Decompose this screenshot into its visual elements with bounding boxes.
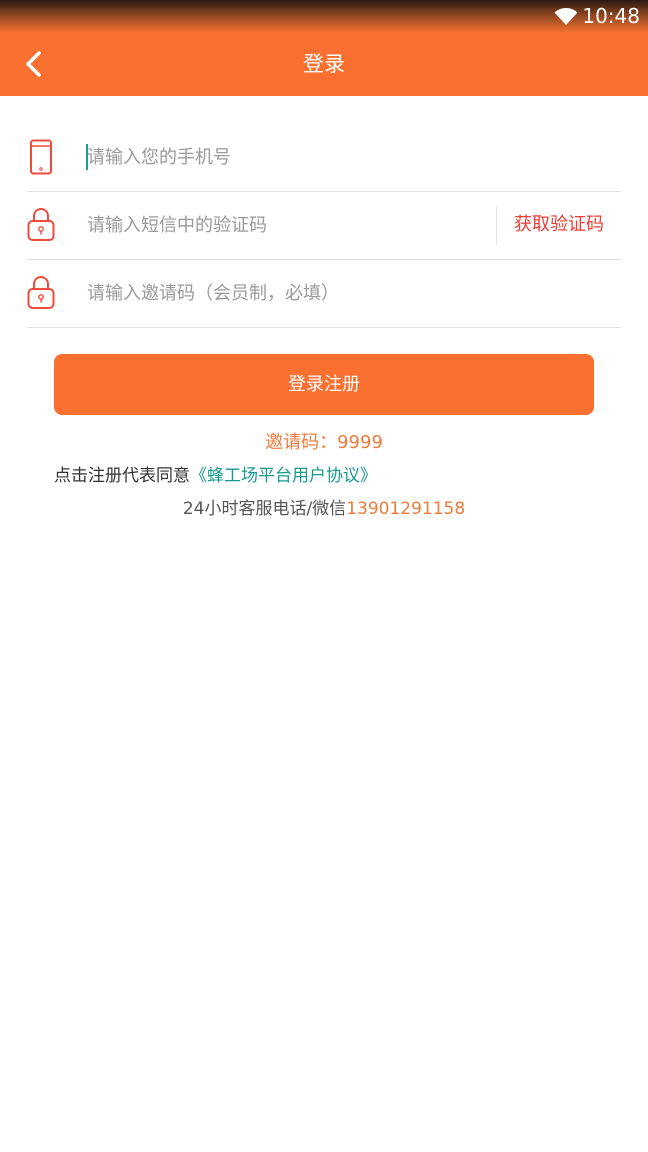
status-bar: 10:48 xyxy=(0,0,648,32)
invite-code-input[interactable] xyxy=(87,259,607,327)
agreement-text: 点击注册代表同意《蜂工场平台用户协议》 xyxy=(54,463,377,489)
phone-input[interactable] xyxy=(87,123,607,191)
sms-code-input[interactable] xyxy=(87,191,487,259)
phone-icon xyxy=(30,139,52,175)
lock-icon xyxy=(27,276,55,309)
invite-code-row xyxy=(27,259,621,328)
page-title: 登录 xyxy=(303,52,345,76)
get-code-button[interactable]: 获取验证码 xyxy=(497,191,621,259)
agreement-prefix: 点击注册代表同意 xyxy=(54,466,190,486)
wifi-icon xyxy=(554,8,578,25)
status-time: 10:48 xyxy=(582,4,640,28)
title-bar: 登录 xyxy=(0,32,648,96)
invite-code-hint: 邀请码：9999 xyxy=(265,432,383,453)
sms-code-row: 获取验证码 xyxy=(27,191,621,260)
lock-icon xyxy=(27,208,55,241)
hotline-label: 24小时客服电话/微信 xyxy=(182,499,347,519)
customer-service-hotline: 24小时客服电话/微信13901291158 xyxy=(0,496,648,522)
phone-row xyxy=(27,123,621,192)
login-register-button[interactable]: 登录注册 xyxy=(54,354,594,415)
user-agreement-link[interactable]: 《蜂工场平台用户协议》 xyxy=(190,466,377,486)
hotline-number[interactable]: 13901291158 xyxy=(346,499,465,519)
